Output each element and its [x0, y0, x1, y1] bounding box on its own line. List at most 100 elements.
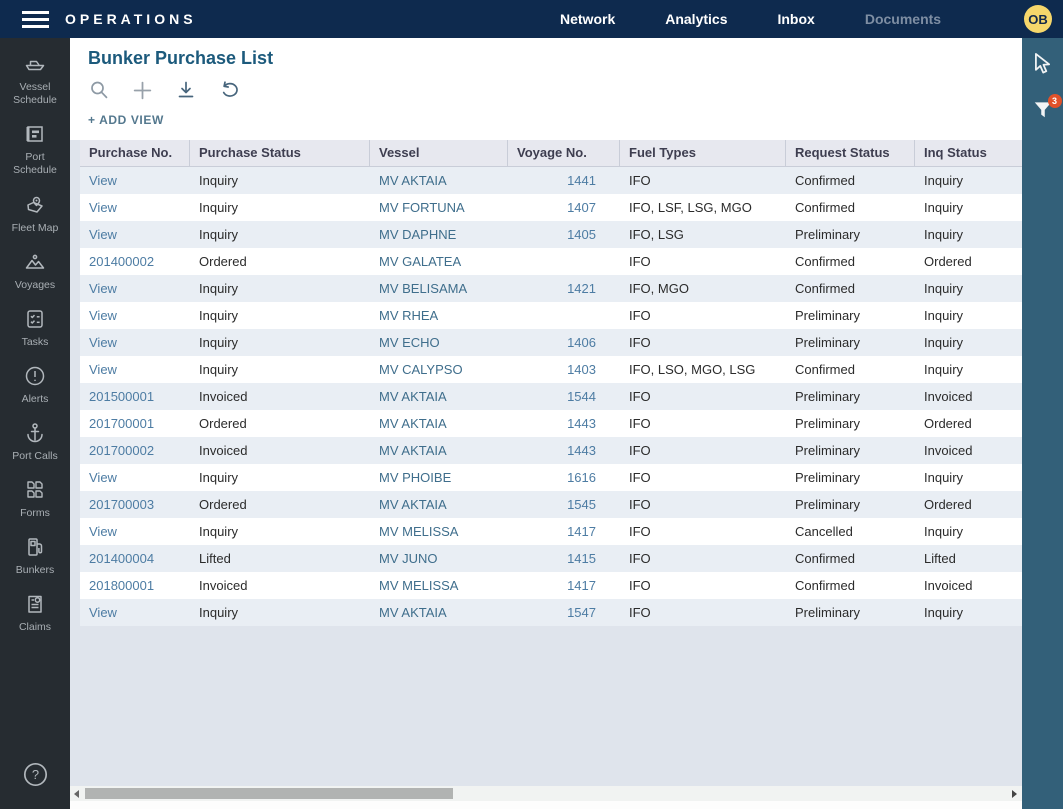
- add-view-button[interactable]: + ADD VIEW: [88, 113, 164, 127]
- view-link[interactable]: View: [80, 599, 190, 626]
- voyage-no-link[interactable]: 1407: [508, 194, 620, 221]
- vessel-link[interactable]: MV CALYPSO: [370, 356, 508, 383]
- fuel-types-cell: IFO: [620, 545, 786, 572]
- inq-status-cell: Inquiry: [915, 329, 1022, 356]
- vessel-link[interactable]: MV AKTAIA: [370, 167, 508, 194]
- voyage-no-link[interactable]: 1545: [508, 491, 620, 518]
- voyage-no-link[interactable]: 1405: [508, 221, 620, 248]
- voyage-no-link[interactable]: 1547: [508, 599, 620, 626]
- voyage-no-link[interactable]: 1443: [508, 410, 620, 437]
- pointer-icon[interactable]: [1031, 51, 1055, 82]
- sidebar-item-claims[interactable]: Claims: [0, 592, 70, 634]
- purchase-no-cell[interactable]: 201700002: [80, 437, 190, 464]
- inq-status-cell: Inquiry: [915, 167, 1022, 194]
- filter-icon[interactable]: 3: [1032, 99, 1054, 125]
- table-row: 201700001OrderedMV AKTAIA1443IFOPrelimin…: [80, 410, 1022, 437]
- column-header-voyage-no[interactable]: Voyage No.: [508, 140, 620, 166]
- vessel-link[interactable]: MV BELISAMA: [370, 275, 508, 302]
- sidebar-item-port-calls[interactable]: Port Calls: [0, 421, 70, 463]
- sidebar-item-vessel-schedule[interactable]: Vessel Schedule: [0, 52, 70, 107]
- voyage-no-link[interactable]: [508, 248, 620, 275]
- horizontal-scrollbar[interactable]: [70, 786, 1022, 801]
- fuel-types-cell: IFO: [620, 437, 786, 464]
- voyage-no-link[interactable]: 1417: [508, 518, 620, 545]
- view-link[interactable]: View: [80, 356, 190, 383]
- voyage-no-link[interactable]: 1403: [508, 356, 620, 383]
- voyage-no-link[interactable]: 1616: [508, 464, 620, 491]
- voyage-no-link[interactable]: [508, 302, 620, 329]
- vessel-link[interactable]: MV MELISSA: [370, 572, 508, 599]
- scroll-left-arrow-icon[interactable]: [74, 790, 79, 798]
- vessel-link[interactable]: MV JUNO: [370, 545, 508, 572]
- sidebar-item-forms[interactable]: Forms: [0, 478, 70, 520]
- purchase-no-cell[interactable]: 201400002: [80, 248, 190, 275]
- scroll-right-arrow-icon[interactable]: [1012, 790, 1017, 798]
- sidebar-item-label: Forms: [20, 507, 50, 520]
- column-header-purchase-status[interactable]: Purchase Status: [190, 140, 370, 166]
- vessel-link[interactable]: MV ECHO: [370, 329, 508, 356]
- fuel-types-cell: IFO: [620, 302, 786, 329]
- column-header-purchase-no[interactable]: Purchase No.: [80, 140, 190, 166]
- column-header-vessel[interactable]: Vessel: [370, 140, 508, 166]
- purchase-no-cell[interactable]: 201800001: [80, 572, 190, 599]
- nav-item-documents[interactable]: Documents: [865, 11, 941, 27]
- vessel-link[interactable]: MV AKTAIA: [370, 599, 508, 626]
- table-row: ViewInquiryMV CALYPSO1403IFO, LSO, MGO, …: [80, 356, 1022, 383]
- vessel-link[interactable]: MV AKTAIA: [370, 410, 508, 437]
- vessel-link[interactable]: MV MELISSA: [370, 518, 508, 545]
- sidebar-item-bunkers[interactable]: Bunkers: [0, 535, 70, 577]
- add-icon[interactable]: [131, 79, 154, 102]
- scrollbar-thumb[interactable]: [85, 788, 453, 799]
- voyage-no-link[interactable]: 1415: [508, 545, 620, 572]
- view-link[interactable]: View: [80, 464, 190, 491]
- voyage-no-link[interactable]: 1417: [508, 572, 620, 599]
- vessel-link[interactable]: MV AKTAIA: [370, 437, 508, 464]
- search-icon[interactable]: [88, 79, 110, 101]
- undo-icon[interactable]: [218, 79, 241, 101]
- column-header-inq-status[interactable]: Inq Status: [915, 140, 1022, 166]
- help-icon[interactable]: ?: [22, 761, 49, 793]
- sidebar-item-fleet-map[interactable]: Fleet Map: [0, 193, 70, 235]
- purchase-status-cell: Lifted: [190, 545, 370, 572]
- vessel-link[interactable]: MV DAPHNE: [370, 221, 508, 248]
- voyage-no-link[interactable]: 1421: [508, 275, 620, 302]
- sidebar-item-alerts[interactable]: Alerts: [0, 364, 70, 406]
- nav-item-analytics[interactable]: Analytics: [665, 11, 727, 27]
- voyage-no-link[interactable]: 1441: [508, 167, 620, 194]
- column-header-request-status[interactable]: Request Status: [786, 140, 915, 166]
- view-link[interactable]: View: [80, 518, 190, 545]
- vessel-link[interactable]: MV GALATEA: [370, 248, 508, 275]
- sidebar-item-label: Fleet Map: [12, 222, 59, 235]
- vessel-link[interactable]: MV RHEA: [370, 302, 508, 329]
- voyage-no-link[interactable]: 1406: [508, 329, 620, 356]
- download-icon[interactable]: [175, 79, 197, 101]
- vessel-link[interactable]: MV AKTAIA: [370, 383, 508, 410]
- voyage-no-link[interactable]: 1443: [508, 437, 620, 464]
- request-status-cell: Preliminary: [786, 491, 915, 518]
- column-header-fuel-types[interactable]: Fuel Types: [620, 140, 786, 166]
- view-link[interactable]: View: [80, 302, 190, 329]
- view-link[interactable]: View: [80, 275, 190, 302]
- vessel-link[interactable]: MV FORTUNA: [370, 194, 508, 221]
- purchase-no-cell[interactable]: 201700003: [80, 491, 190, 518]
- view-link[interactable]: View: [80, 194, 190, 221]
- sidebar-item-tasks[interactable]: Tasks: [0, 307, 70, 349]
- request-status-cell: Confirmed: [786, 572, 915, 599]
- hamburger-menu-icon[interactable]: [22, 11, 49, 28]
- nav-item-inbox[interactable]: Inbox: [777, 11, 814, 27]
- user-avatar[interactable]: OB: [1024, 5, 1052, 33]
- purchase-no-cell[interactable]: 201400004: [80, 545, 190, 572]
- bunkers-icon: [23, 535, 47, 559]
- purchase-no-cell[interactable]: 201500001: [80, 383, 190, 410]
- view-link[interactable]: View: [80, 167, 190, 194]
- sidebar-item-voyages[interactable]: Voyages: [0, 250, 70, 292]
- sidebar-item-label: Alerts: [22, 393, 49, 406]
- nav-item-network[interactable]: Network: [560, 11, 615, 27]
- vessel-link[interactable]: MV AKTAIA: [370, 491, 508, 518]
- voyage-no-link[interactable]: 1544: [508, 383, 620, 410]
- vessel-link[interactable]: MV PHOIBE: [370, 464, 508, 491]
- sidebar-item-port-schedule[interactable]: Port Schedule: [0, 122, 70, 177]
- view-link[interactable]: View: [80, 329, 190, 356]
- view-link[interactable]: View: [80, 221, 190, 248]
- purchase-no-cell[interactable]: 201700001: [80, 410, 190, 437]
